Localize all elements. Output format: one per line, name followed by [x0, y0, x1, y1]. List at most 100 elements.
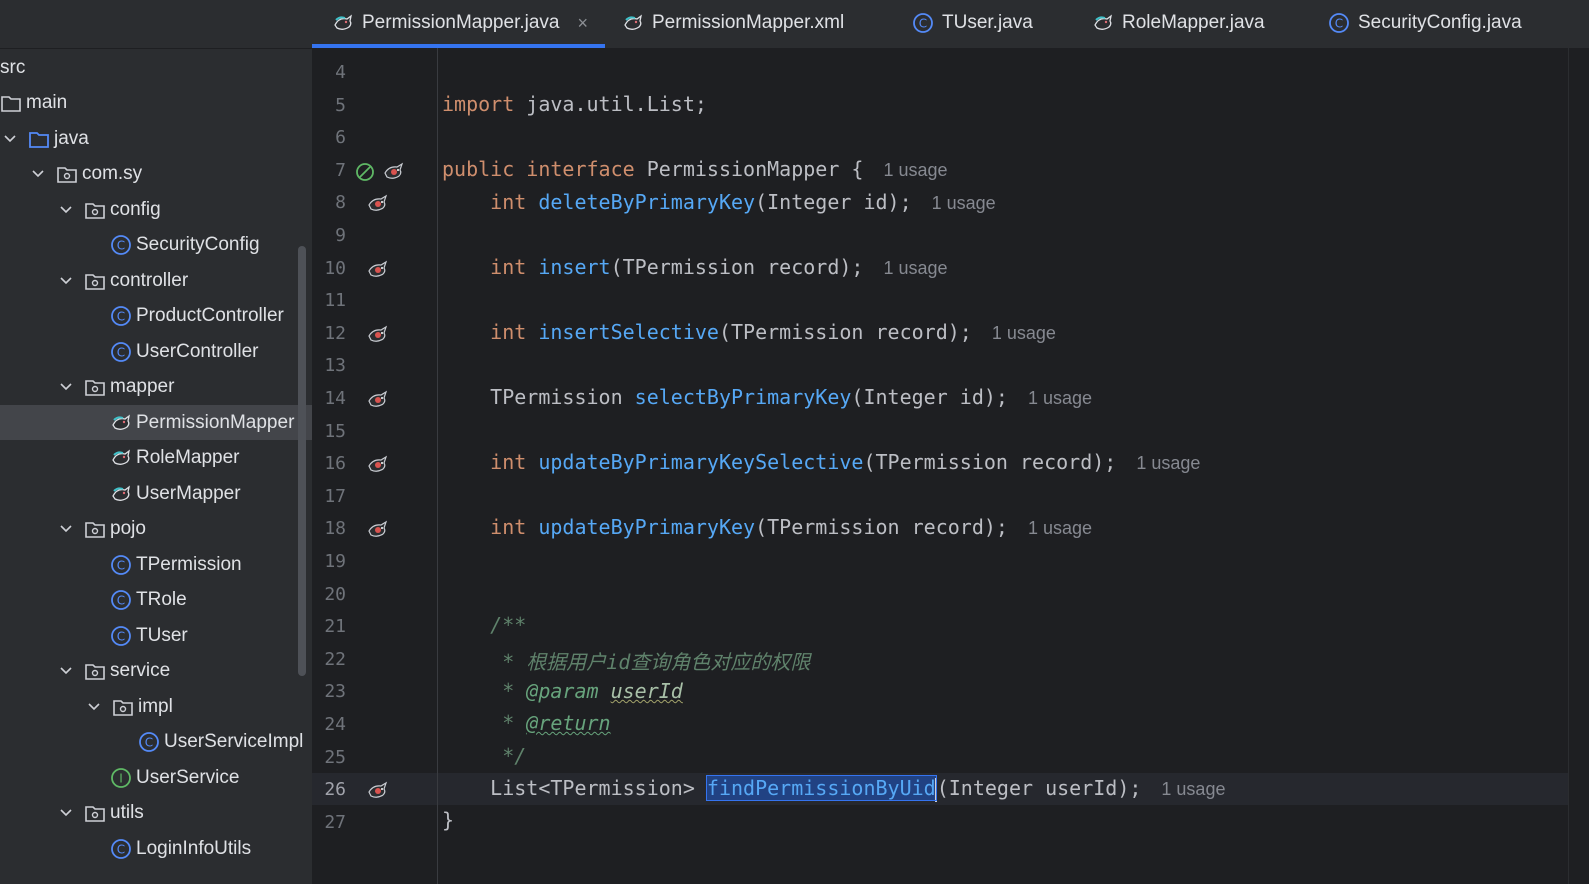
mybatis-navigation-icon[interactable]: [366, 324, 390, 346]
close-icon[interactable]: ×: [577, 13, 588, 34]
chevron-down-icon[interactable]: [86, 699, 102, 715]
tree-item-utils[interactable]: utils: [0, 796, 312, 831]
line-number[interactable]: 22: [312, 649, 346, 670]
code-line-5[interactable]: import java.util.List;: [442, 92, 707, 116]
line-number[interactable]: 17: [312, 486, 346, 507]
code-line-21[interactable]: /**: [442, 613, 526, 637]
line-number[interactable]: 21: [312, 616, 346, 637]
tree-item-impl[interactable]: impl: [0, 689, 312, 724]
tree-item-trole[interactable]: TRole: [0, 583, 312, 618]
tree-item-java[interactable]: java: [0, 121, 312, 156]
tree-item-tuser[interactable]: TUser: [0, 618, 312, 653]
tree-item-usercontroller[interactable]: UserController: [0, 334, 312, 369]
code-line-27[interactable]: }: [442, 808, 454, 832]
code-line-7[interactable]: public interface PermissionMapper {1 usa…: [442, 157, 948, 181]
tree-item-permissionmapper[interactable]: PermissionMapper: [0, 405, 312, 440]
chevron-down-icon[interactable]: [58, 379, 74, 395]
usage-hint[interactable]: 1 usage: [883, 258, 947, 278]
implemented-marker-icon[interactable]: [354, 161, 378, 183]
tab-rolemapper-java[interactable]: RoleMapper.java: [1092, 0, 1265, 46]
code-line-24[interactable]: * @return: [442, 711, 610, 735]
line-number[interactable]: 9: [312, 225, 346, 246]
tree-item-controller[interactable]: controller: [0, 263, 312, 298]
tree-item-securityconfig[interactable]: SecurityConfig: [0, 228, 312, 263]
tree-scrollbar[interactable]: [298, 246, 306, 676]
usage-hint[interactable]: 1 usage: [932, 193, 996, 213]
line-number[interactable]: 19: [312, 551, 346, 572]
usage-hint[interactable]: 1 usage: [1136, 453, 1200, 473]
line-number[interactable]: 4: [312, 62, 346, 83]
line-number[interactable]: 27: [312, 812, 346, 833]
line-number[interactable]: 16: [312, 453, 346, 474]
line-number[interactable]: 7: [312, 160, 346, 181]
tab-tuser-java[interactable]: TUser.java: [912, 0, 1033, 46]
usage-hint[interactable]: 1 usage: [1161, 779, 1225, 799]
code-line-18[interactable]: int updateByPrimaryKey(TPermission recor…: [442, 515, 1092, 539]
tree-item-pojo[interactable]: pojo: [0, 512, 312, 547]
line-number[interactable]: 8: [312, 192, 346, 213]
class-icon: [110, 341, 132, 363]
chevron-down-icon[interactable]: [58, 273, 74, 289]
selected-method-name[interactable]: findPermissionByUid: [705, 775, 937, 801]
line-number[interactable]: 14: [312, 388, 346, 409]
line-number[interactable]: 23: [312, 681, 346, 702]
line-number[interactable]: 15: [312, 421, 346, 442]
tree-item-productcontroller[interactable]: ProductController: [0, 299, 312, 334]
chevron-down-icon[interactable]: [58, 521, 74, 537]
tree-item-service[interactable]: service: [0, 654, 312, 689]
usage-hint[interactable]: 1 usage: [1028, 518, 1092, 538]
mybatis-navigation-icon[interactable]: [366, 780, 390, 802]
chevron-down-icon[interactable]: [58, 663, 74, 679]
package-icon: [112, 696, 134, 718]
code-line-25[interactable]: */: [442, 744, 526, 768]
tree-item-userserviceimpl[interactable]: UserServiceImpl: [0, 725, 312, 760]
chevron-down-icon[interactable]: [58, 805, 74, 821]
usage-hint[interactable]: 1 usage: [1028, 388, 1092, 408]
code-line-14[interactable]: TPermission selectByPrimaryKey(Integer i…: [442, 385, 1092, 409]
chevron-down-icon[interactable]: [58, 202, 74, 218]
line-number[interactable]: 26: [312, 779, 346, 800]
line-number[interactable]: 12: [312, 323, 346, 344]
line-number[interactable]: 13: [312, 355, 346, 376]
tree-item-src[interactable]: src: [0, 50, 312, 85]
line-number[interactable]: 11: [312, 290, 346, 311]
line-number[interactable]: 5: [312, 95, 346, 116]
tree-item-rolemapper[interactable]: RoleMapper: [0, 441, 312, 476]
mybatis-navigation-icon[interactable]: [366, 389, 390, 411]
chevron-down-icon[interactable]: [2, 131, 18, 147]
usage-hint[interactable]: 1 usage: [883, 160, 947, 180]
mybatis-navigation-icon[interactable]: [366, 454, 390, 476]
tree-item-logininfoutils[interactable]: LoginInfoUtils: [0, 831, 312, 866]
mybatis-navigation-icon[interactable]: [366, 259, 390, 281]
code-line-8[interactable]: int deleteByPrimaryKey(Integer id); 1 usa…: [442, 190, 996, 214]
tree-item-main[interactable]: main: [0, 86, 312, 121]
package-icon: [84, 802, 106, 824]
code-line-10[interactable]: int insert(TPermission record); 1 usage: [442, 255, 947, 279]
chevron-down-icon[interactable]: [30, 166, 46, 182]
tree-item-usermapper[interactable]: UserMapper: [0, 476, 312, 511]
code-line-26[interactable]: List<TPermission> findPermissionByUid(In…: [442, 775, 1225, 802]
line-number[interactable]: 24: [312, 714, 346, 735]
tree-item-userservice[interactable]: UserService: [0, 760, 312, 795]
tree-item-config[interactable]: config: [0, 192, 312, 227]
line-number[interactable]: 25: [312, 747, 346, 768]
mybatis-navigation-icon[interactable]: [382, 161, 406, 183]
tab-permissionmapper-java[interactable]: PermissionMapper.java ×: [332, 0, 588, 46]
editor-scrollbar-track[interactable]: [1568, 48, 1589, 884]
tree-item-tpermission[interactable]: TPermission: [0, 547, 312, 582]
mybatis-navigation-icon[interactable]: [366, 193, 390, 215]
line-number[interactable]: 10: [312, 258, 346, 279]
line-number[interactable]: 18: [312, 518, 346, 539]
line-number[interactable]: 6: [312, 127, 346, 148]
code-line-23[interactable]: * @param userId: [442, 679, 683, 703]
code-line-12[interactable]: int insertSelective(TPermission record);…: [442, 320, 1056, 344]
tree-item-com-sy[interactable]: com.sy: [0, 157, 312, 192]
mybatis-navigation-icon[interactable]: [366, 519, 390, 541]
tab-permissionmapper-xml[interactable]: PermissionMapper.xml: [622, 0, 844, 46]
tab-securityconfig-java[interactable]: SecurityConfig.java: [1328, 0, 1522, 46]
code-line-16[interactable]: int updateByPrimaryKeySelective(TPermiss…: [442, 450, 1200, 474]
tree-item-mapper[interactable]: mapper: [0, 370, 312, 405]
line-number[interactable]: 20: [312, 584, 346, 605]
code-line-22[interactable]: * 根据用户id查询角色对应的权限: [442, 646, 810, 675]
usage-hint[interactable]: 1 usage: [992, 323, 1056, 343]
